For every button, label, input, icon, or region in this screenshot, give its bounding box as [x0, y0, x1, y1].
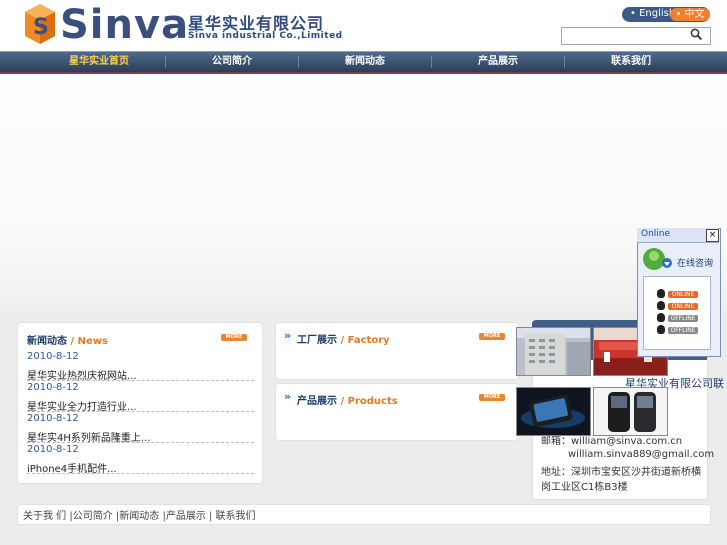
contact-email-secondary: william.sinva889@gmail.com — [568, 449, 715, 460]
double-chevron-icon: » — [284, 329, 292, 342]
qq-status-online[interactable]: ONLINE — [668, 303, 698, 310]
online-widget-title: Online — [641, 229, 671, 239]
main-nav: 星华实业首页 公司简介 新闻动态 产品展示 联系我们 — [0, 51, 727, 74]
news-date: 2010-8-12 — [27, 382, 79, 393]
logo-mark-icon: S — [25, 4, 55, 44]
nav-item-news[interactable]: 新闻动态 — [299, 52, 431, 72]
search-icon[interactable] — [690, 28, 703, 41]
contact-address: 地址：深圳市宝安区沙井街道新桥横岗工业区C1栋B3楼 — [541, 467, 701, 493]
company-name-en: Sinva industrial Co.,Limited — [188, 31, 343, 41]
nav-item-products[interactable]: 产品展示 — [432, 52, 564, 72]
factory-panel-title: 工厂展示 / Factory — [297, 331, 390, 346]
nav-item-about[interactable]: 公司简介 — [166, 52, 298, 72]
online-status-list — [643, 276, 711, 350]
news-date: 2010-8-12 — [27, 413, 79, 424]
close-icon[interactable]: × — [706, 229, 719, 242]
news-divider — [27, 442, 254, 443]
news-more-button[interactable]: MORE — [221, 334, 247, 341]
double-chevron-icon: » — [284, 390, 292, 403]
products-panel-title: 产品展示 / Products — [297, 392, 398, 407]
search-input[interactable] — [561, 27, 711, 45]
news-panel-title: 新闻动态 / News — [27, 332, 108, 347]
qq-penguin-icon — [657, 301, 665, 310]
qq-status-offline[interactable]: OFFLINE — [668, 315, 698, 322]
products-title-en: / Products — [340, 396, 398, 407]
product-phone-photo[interactable] — [516, 387, 591, 436]
news-date: 2010-8-12 — [27, 444, 79, 455]
news-divider — [27, 380, 254, 381]
qq-penguin-icon — [657, 289, 665, 298]
logo-wordmark: Sinva — [60, 2, 190, 48]
qq-penguin-icon — [657, 325, 665, 334]
lang-english-link[interactable]: • English — [630, 8, 675, 19]
lang-chinese-link[interactable]: • 中文 — [670, 8, 710, 21]
products-title-cn: 产品展示 — [297, 396, 337, 407]
news-divider — [27, 473, 254, 474]
nav-item-home[interactable]: 星华实业首页 — [33, 52, 165, 72]
banner-area — [0, 74, 727, 312]
nav-item-contact[interactable]: 联系我们 — [565, 52, 697, 72]
factory-building-photo[interactable] — [516, 327, 591, 376]
factory-more-button[interactable]: MORE — [479, 333, 505, 340]
support-avatar-icon — [643, 248, 672, 270]
svg-text:S: S — [33, 15, 49, 40]
online-consult-label: 在线咨询 — [677, 259, 714, 269]
factory-title-en: / Factory — [340, 335, 390, 346]
product-blackberry-photo[interactable] — [593, 387, 668, 436]
qq-status-offline[interactable]: OFFLINE — [668, 327, 698, 334]
factory-title-cn: 工厂展示 — [297, 335, 337, 346]
qq-status-online[interactable]: ONLINE — [668, 291, 698, 298]
qq-penguin-icon — [657, 313, 665, 322]
news-title-en: / News — [70, 336, 108, 347]
footer-links[interactable]: 关于我 们 |公司简介 |新闻动态 |产品展示 | 联系我们 — [23, 507, 256, 522]
news-divider — [27, 411, 254, 412]
products-more-button[interactable]: MORE — [479, 394, 505, 401]
news-date: 2010-8-12 — [27, 351, 79, 362]
news-title-cn: 新闻动态 — [27, 336, 67, 347]
